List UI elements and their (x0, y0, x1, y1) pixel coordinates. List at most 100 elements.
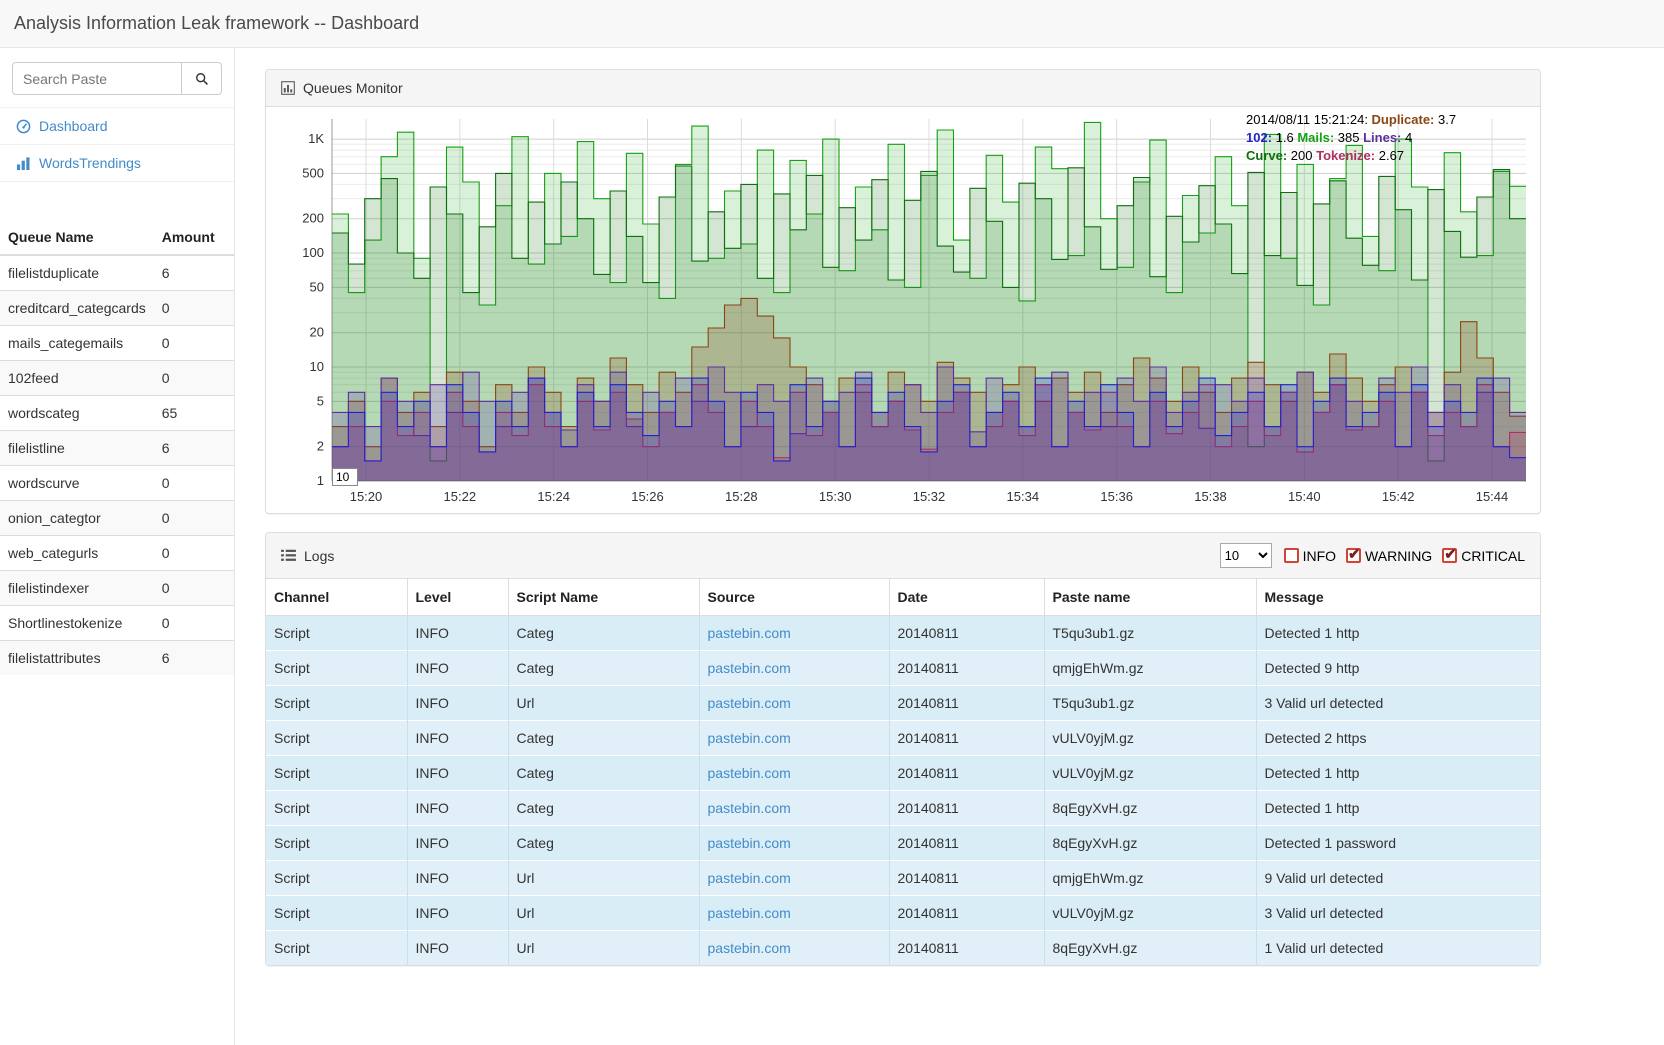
logs-page-size-select[interactable]: 10 (1220, 543, 1272, 568)
list-icon (281, 549, 296, 562)
filter-critical[interactable]: CRITICAL (1442, 548, 1525, 564)
sidebar: Dashboard WordsTrendings Queue Name Amou… (0, 48, 235, 1045)
logs-column-header: Level (407, 579, 508, 616)
log-cell: 20140811 (889, 931, 1044, 966)
queue-amount-cell: 0 (154, 466, 234, 501)
warning-checkbox[interactable] (1346, 548, 1361, 563)
log-cell: INFO (407, 861, 508, 896)
queues-monitor-panel: Queues Monitor 1251020501002005001K15:20… (265, 69, 1541, 514)
queue-amount-cell: 0 (154, 571, 234, 606)
filter-warning[interactable]: WARNING (1346, 548, 1432, 564)
roll-period-input[interactable] (332, 468, 358, 486)
log-cell: T5qu3ub1.gz (1044, 616, 1256, 651)
log-cell: Categ (508, 826, 699, 861)
log-cell: pastebin.com (699, 861, 889, 896)
log-cell: pastebin.com (699, 791, 889, 826)
log-cell: Url (508, 861, 699, 896)
log-cell: 20140811 (889, 721, 1044, 756)
logs-header: Logs 10 INFO WARNING (266, 533, 1540, 579)
sidebar-item-dashboard[interactable]: Dashboard (0, 107, 234, 144)
filter-info[interactable]: INFO (1284, 548, 1336, 564)
queue-row: wordscurve0 (0, 466, 234, 501)
source-link[interactable]: pastebin.com (708, 905, 791, 921)
source-link[interactable]: pastebin.com (708, 625, 791, 641)
source-link[interactable]: pastebin.com (708, 800, 791, 816)
log-cell: Detected 1 http (1256, 616, 1540, 651)
x-axis-label: 15:24 (537, 489, 570, 504)
queue-row: 102feed0 (0, 361, 234, 396)
amount-header: Amount (154, 220, 234, 255)
log-row: ScriptINFOUrlpastebin.com20140811vULV0yj… (266, 896, 1540, 931)
source-link[interactable]: pastebin.com (708, 695, 791, 711)
log-cell: Categ (508, 616, 699, 651)
queue-row: filelistline6 (0, 431, 234, 466)
sidebar-item-label: WordsTrendings (39, 155, 141, 171)
log-cell: Detected 1 password (1256, 826, 1540, 861)
queue-row: filelistduplicate6 (0, 255, 234, 291)
log-cell: INFO (407, 826, 508, 861)
chart-legend: 2014/08/11 15:21:24: Duplicate: 3.7 102:… (1246, 111, 1484, 165)
main-content: Queues Monitor 1251020501002005001K15:20… (236, 48, 1664, 1045)
log-cell: 20140811 (889, 896, 1044, 931)
search-button[interactable] (182, 62, 222, 95)
queue-amount-cell: 65 (154, 396, 234, 431)
queue-name-cell: mails_categemails (0, 326, 154, 361)
source-link[interactable]: pastebin.com (708, 835, 791, 851)
search-input[interactable] (12, 62, 182, 95)
bar-chart-icon (16, 156, 31, 171)
queue-amount-cell: 6 (154, 255, 234, 291)
y-axis-label: 10 (310, 359, 324, 374)
critical-checkbox[interactable] (1442, 548, 1457, 563)
legend-series-label: Curve: (1246, 148, 1287, 163)
log-cell: 1 Valid url detected (1256, 931, 1540, 966)
source-link[interactable]: pastebin.com (708, 730, 791, 746)
queue-name-cell: filelistattributes (0, 641, 154, 676)
log-cell: 20140811 (889, 686, 1044, 721)
log-row: ScriptINFOCategpastebin.com20140811vULV0… (266, 756, 1540, 791)
queue-amount-cell: 6 (154, 431, 234, 466)
log-cell: 20140811 (889, 616, 1044, 651)
queue-row: mails_categemails0 (0, 326, 234, 361)
filter-label: WARNING (1365, 548, 1432, 564)
queue-name-header: Queue Name (0, 220, 154, 255)
log-cell: INFO (407, 791, 508, 826)
source-link[interactable]: pastebin.com (708, 870, 791, 886)
queue-row: filelistattributes6 (0, 641, 234, 676)
queue-row: onion_categtor0 (0, 501, 234, 536)
source-link[interactable]: pastebin.com (708, 940, 791, 956)
log-cell: Categ (508, 756, 699, 791)
log-cell: INFO (407, 896, 508, 931)
logs-table-body: ScriptINFOCategpastebin.com20140811T5qu3… (266, 616, 1540, 966)
log-cell: pastebin.com (699, 826, 889, 861)
log-cell: Script (266, 931, 407, 966)
info-checkbox[interactable] (1284, 548, 1299, 563)
source-link[interactable]: pastebin.com (708, 660, 791, 676)
y-axis-label: 200 (302, 211, 324, 226)
logs-column-header: Message (1256, 579, 1540, 616)
x-axis-label: 15:22 (444, 489, 477, 504)
log-cell: vULV0yjM.gz (1044, 896, 1256, 931)
queue-row: Shortlinestokenize0 (0, 606, 234, 641)
logs-column-header: Channel (266, 579, 407, 616)
log-cell: INFO (407, 931, 508, 966)
log-cell: pastebin.com (699, 651, 889, 686)
sidebar-item-wordstrendings[interactable]: WordsTrendings (0, 144, 234, 182)
queue-amount-cell: 6 (154, 641, 234, 676)
log-cell: pastebin.com (699, 896, 889, 931)
log-cell: vULV0yjM.gz (1044, 721, 1256, 756)
y-axis-label: 1K (308, 131, 324, 146)
log-cell: 20140811 (889, 651, 1044, 686)
queue-amount-cell: 0 (154, 501, 234, 536)
log-cell: pastebin.com (699, 686, 889, 721)
log-cell: Script (266, 686, 407, 721)
logs-panel: Logs 10 INFO WARNING (265, 532, 1541, 966)
y-axis-label: 2 (317, 439, 324, 454)
legend-series-label: Lines: (1363, 130, 1401, 145)
log-cell: 8qEgyXvH.gz (1044, 931, 1256, 966)
logs-column-header: Paste name (1044, 579, 1256, 616)
log-row: ScriptINFOCategpastebin.com201408118qEgy… (266, 826, 1540, 861)
log-cell: Detected 2 https (1256, 721, 1540, 756)
log-cell: T5qu3ub1.gz (1044, 686, 1256, 721)
source-link[interactable]: pastebin.com (708, 765, 791, 781)
queue-table-header-row: Queue Name Amount (0, 220, 234, 255)
